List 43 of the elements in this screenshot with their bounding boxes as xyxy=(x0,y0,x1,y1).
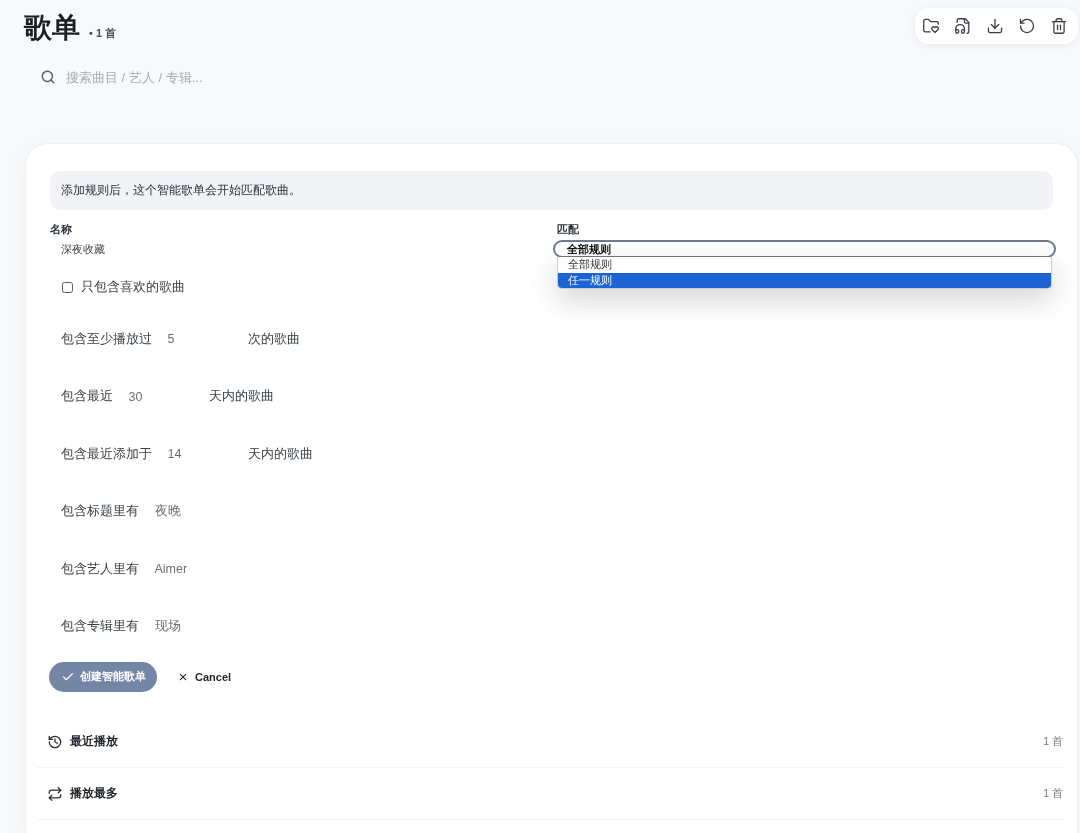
checkbox[interactable] xyxy=(62,281,73,293)
rule-label: 包含专辑里有 xyxy=(61,618,139,635)
number-field[interactable]: 30 xyxy=(124,381,201,412)
field-label: 匹配 xyxy=(557,222,579,236)
match-select[interactable]: 全部规则 xyxy=(553,240,1056,258)
trash-icon[interactable] xyxy=(1051,18,1067,34)
text-field[interactable]: Aimer xyxy=(150,554,391,584)
cancel-button[interactable]: Cancel xyxy=(174,662,236,692)
rule-label: 包含至少播放过 xyxy=(61,330,152,348)
cross-icon xyxy=(178,672,188,682)
song-count: 1 首 xyxy=(1043,786,1063,801)
text-field[interactable]: 现场 xyxy=(150,611,391,642)
page-title: 歌单 xyxy=(24,11,80,45)
rule-label: 包含最近添加于 xyxy=(61,445,152,463)
headphones-file-icon[interactable] xyxy=(955,18,971,34)
search-field[interactable]: 搜索曲目 / 艺人 / 专辑... xyxy=(63,62,489,92)
dropdown-option[interactable]: 全部规则 xyxy=(558,257,1051,273)
song-count: • 1 首 xyxy=(89,26,117,41)
download-icon[interactable] xyxy=(987,18,1003,34)
rule-label: 包含标题里有 xyxy=(61,503,139,520)
number-field[interactable]: 14 xyxy=(163,439,240,469)
playlist-name[interactable]: 最近播放 xyxy=(70,733,118,750)
repeat-icon xyxy=(48,786,62,801)
number-field[interactable]: 5 xyxy=(163,324,240,354)
history-icon xyxy=(48,734,62,749)
rule-label: 包含艺人里有 xyxy=(61,560,139,578)
create-button[interactable]: 创建智能歌单 xyxy=(49,662,157,692)
playlist-name[interactable]: 播放最多 xyxy=(70,785,118,802)
info-message: 添加规则后，这个智能歌单会开始匹配歌曲。 xyxy=(50,171,1053,210)
check-icon xyxy=(62,671,74,683)
rule-label: 包含最近 xyxy=(61,388,113,405)
dropdown-option[interactable]: 任一规则 xyxy=(558,272,1051,288)
refresh-icon[interactable] xyxy=(1019,18,1035,34)
folder-heart-icon[interactable] xyxy=(923,18,939,34)
song-count: 1 首 xyxy=(1043,734,1063,749)
rule-suffix: 天内的歌曲 xyxy=(247,445,313,463)
rule-suffix: 次的歌曲 xyxy=(247,330,300,348)
rule-suffix: 天内的歌曲 xyxy=(208,388,274,405)
field-label: 名称 xyxy=(50,222,72,236)
text-field[interactable]: 夜晚 xyxy=(150,496,391,527)
name-field[interactable]: 深夜收藏 xyxy=(50,240,350,258)
search-icon xyxy=(41,70,55,84)
checkbox-label: 只包含喜欢的歌曲 xyxy=(81,278,185,296)
